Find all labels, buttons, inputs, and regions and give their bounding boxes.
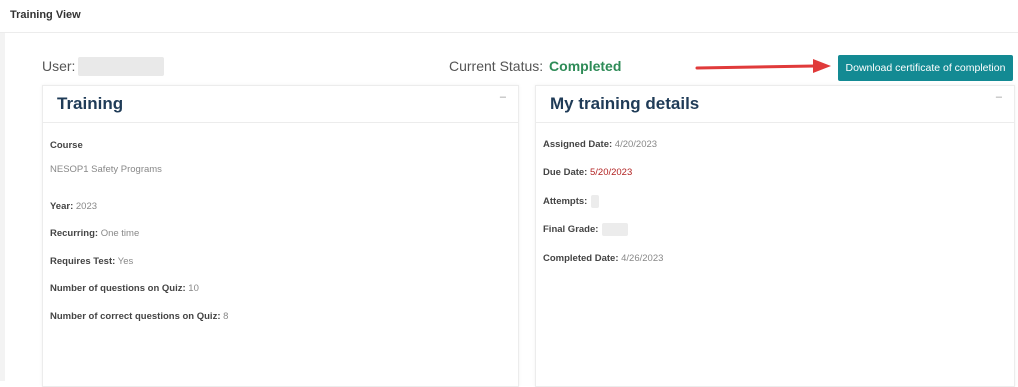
due-date-field: Due Date: 5/20/2023 xyxy=(543,167,633,178)
user-name-redacted xyxy=(78,57,164,76)
status-label: Current Status: xyxy=(449,58,544,74)
details-card-title: My training details xyxy=(550,94,700,113)
requires-test-field: Requires Test: Yes xyxy=(50,256,134,267)
page-title: Training View xyxy=(10,9,81,21)
year-field: Year: 2023 xyxy=(50,201,98,212)
collapse-icon[interactable]: – xyxy=(996,92,1002,103)
correct-questions-field: Number of correct questions on Quiz: 8 xyxy=(50,311,229,322)
course-value: NESOP1 Safety Programs xyxy=(50,164,162,175)
final-grade-redacted xyxy=(602,223,629,236)
red-arrow-icon xyxy=(695,59,831,73)
attempts-field: Attempts: xyxy=(543,195,600,208)
collapse-icon[interactable]: – xyxy=(500,92,506,103)
page-header: Training View xyxy=(0,0,1018,33)
status-value: Completed xyxy=(549,58,622,74)
current-status: Current Status: Completed xyxy=(449,58,621,74)
details-card-header: My training details – xyxy=(536,86,1014,123)
training-card-header: Training – xyxy=(43,86,518,123)
training-card-title: Training xyxy=(57,94,124,113)
recurring-field: Recurring: One time xyxy=(50,228,140,239)
user-label: User: xyxy=(42,58,76,74)
attempts-redacted xyxy=(591,195,600,208)
assigned-date-field: Assigned Date: 4/20/2023 xyxy=(543,139,658,150)
course-label: Course xyxy=(50,140,83,151)
questions-field: Number of questions on Quiz: 10 xyxy=(50,283,199,294)
completed-date-field: Completed Date: 4/26/2023 xyxy=(543,253,664,264)
training-details-card: My training details – Assigned Date: 4/2… xyxy=(535,85,1015,387)
left-gutter xyxy=(0,33,5,381)
final-grade-field: Final Grade: xyxy=(543,223,629,236)
download-certificate-button[interactable]: Download certificate of completion xyxy=(838,55,1013,81)
training-card: Training – Course NESOP1 Safety Programs… xyxy=(42,85,519,387)
